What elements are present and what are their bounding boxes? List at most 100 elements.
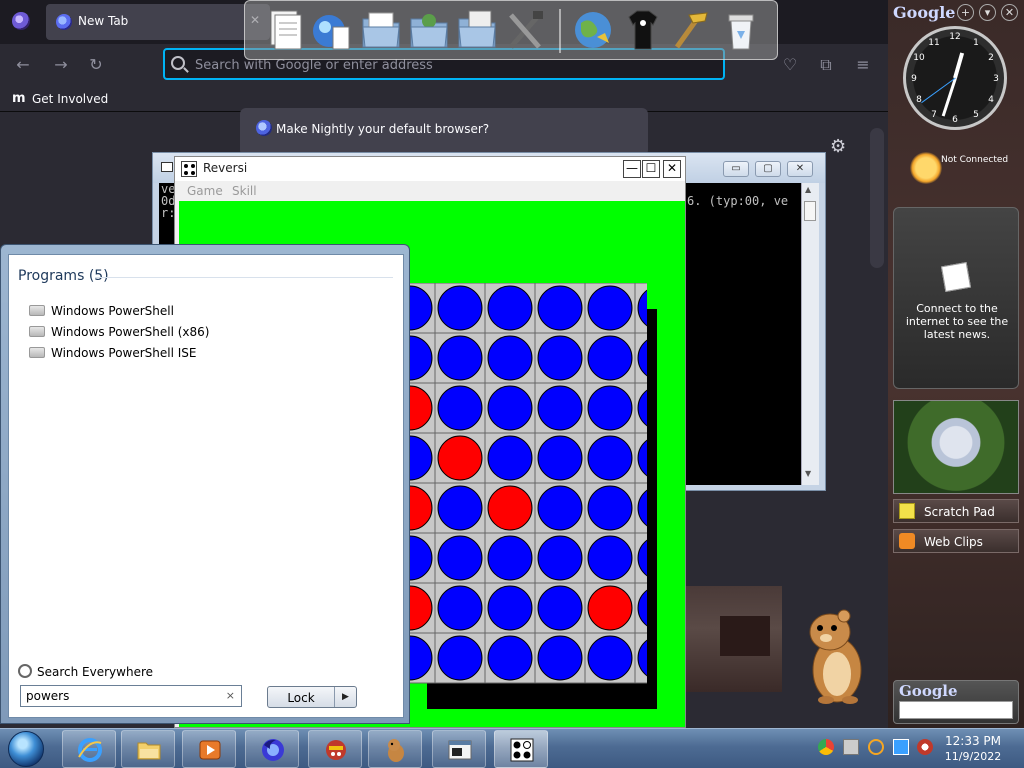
default-browser-banner[interactable]: Make Nightly your default browser? <box>240 108 648 156</box>
blue-cell[interactable] <box>587 385 633 431</box>
blue-cell[interactable] <box>587 335 633 381</box>
blue-cell[interactable] <box>537 585 583 631</box>
add-gadget-button[interactable]: + <box>957 4 974 21</box>
blue-cell[interactable] <box>437 535 483 581</box>
console-scrollbar[interactable]: ▲ ▼ <box>801 183 819 485</box>
menu-game[interactable]: Game <box>187 184 223 198</box>
blue-cell[interactable] <box>587 535 633 581</box>
tab-new-tab[interactable]: New Tab ✕ <box>46 4 270 40</box>
blue-cell[interactable] <box>587 635 633 681</box>
chrome-tray-icon[interactable] <box>818 739 834 755</box>
back-button[interactable]: ← <box>12 54 34 76</box>
start-search-input[interactable] <box>26 689 220 703</box>
blue-cell[interactable] <box>537 385 583 431</box>
firefox-view-icon[interactable] <box>12 12 30 30</box>
program-powershell[interactable]: Windows PowerShell <box>29 301 329 321</box>
tshirt-icon[interactable] <box>621 7 665 53</box>
folder-icon[interactable] <box>455 7 499 53</box>
forward-button[interactable]: → <box>50 54 72 76</box>
google-logo[interactable]: Google <box>893 3 955 22</box>
tools-icon[interactable] <box>503 7 547 53</box>
search-everywhere-link[interactable]: Search Everywhere <box>18 663 218 681</box>
gear-icon[interactable]: ⚙ <box>830 136 846 157</box>
sidebar-close-button[interactable]: ✕ <box>1001 4 1018 21</box>
power-options-arrow-icon[interactable]: ▶ <box>334 687 356 707</box>
content-scrollbar[interactable] <box>870 128 884 268</box>
clock-time[interactable]: 12:33 PM <box>932 734 1014 748</box>
programs-heading[interactable]: Programs (5) <box>18 268 109 284</box>
blue-cell[interactable] <box>587 485 633 531</box>
blue-cell[interactable] <box>487 585 533 631</box>
blue-cell[interactable] <box>537 635 583 681</box>
blue-cell[interactable] <box>537 285 583 331</box>
clock-date[interactable]: 11/9/2022 <box>932 750 1014 763</box>
red-piece[interactable] <box>487 485 533 531</box>
blue-cell[interactable] <box>437 585 483 631</box>
clear-search-icon[interactable]: × <box>226 689 235 702</box>
news-gadget[interactable]: Connect to the internet to see the lates… <box>893 207 1019 389</box>
internet-explorer-icon[interactable] <box>309 7 353 53</box>
taskbar-firefox[interactable] <box>245 730 299 768</box>
hammer-icon[interactable] <box>667 7 711 53</box>
display-tray-icon[interactable] <box>893 739 909 755</box>
blue-cell[interactable] <box>487 385 533 431</box>
scratch-pad-gadget[interactable]: Scratch Pad <box>893 499 1019 523</box>
pocket-button[interactable]: ♡ <box>779 54 801 76</box>
scroll-down-icon[interactable]: ▼ <box>805 469 811 478</box>
folder-icon[interactable] <box>359 7 403 53</box>
blue-cell[interactable] <box>437 335 483 381</box>
program-powershell-x86[interactable]: Windows PowerShell (x86) <box>29 322 329 342</box>
taskbar-media-player[interactable] <box>182 730 236 768</box>
console-maximize-button[interactable]: ▢ <box>755 161 781 177</box>
reversi-maximize-button[interactable]: ☐ <box>642 160 660 178</box>
analog-clock[interactable]: 12 1 2 3 4 5 6 7 8 9 10 11 <box>903 26 1007 130</box>
blue-cell[interactable] <box>587 435 633 481</box>
taskbar-console[interactable] <box>432 730 486 768</box>
reload-button[interactable]: ↻ <box>85 54 107 76</box>
blue-cell[interactable] <box>487 335 533 381</box>
record-tray-icon[interactable] <box>917 739 933 755</box>
blue-cell[interactable] <box>437 635 483 681</box>
start-search-box[interactable]: × <box>20 685 242 707</box>
blue-cell[interactable] <box>437 485 483 531</box>
taskbar-hamster[interactable] <box>368 730 422 768</box>
red-piece[interactable] <box>437 435 483 481</box>
blue-cell[interactable] <box>487 535 533 581</box>
google-search-input[interactable] <box>899 701 1013 719</box>
blue-cell[interactable] <box>537 485 583 531</box>
red-piece[interactable] <box>587 585 633 631</box>
app-menu-button[interactable]: ≡ <box>852 54 874 76</box>
blue-cell[interactable] <box>537 335 583 381</box>
blue-cell[interactable] <box>537 535 583 581</box>
web-clips-gadget[interactable]: Web Clips <box>893 529 1019 553</box>
blue-cell[interactable] <box>487 635 533 681</box>
hamster-icon[interactable] <box>806 606 868 706</box>
blue-cell[interactable] <box>487 285 533 331</box>
reversi-minimize-button[interactable]: — <box>623 160 641 178</box>
blue-cell[interactable] <box>437 385 483 431</box>
taskbar-game[interactable] <box>308 730 362 768</box>
documents-icon[interactable] <box>263 7 307 53</box>
program-powershell-ise[interactable]: Windows PowerShell ISE <box>29 343 329 363</box>
taskbar-internet-explorer[interactable] <box>62 730 116 768</box>
scroll-up-icon[interactable]: ▲ <box>805 185 811 194</box>
reversi-close-button[interactable]: ✕ <box>663 160 681 178</box>
weather-gadget[interactable]: Not Connected <box>904 146 1014 192</box>
scroll-thumb[interactable] <box>804 201 816 221</box>
sidebar-menu-button[interactable]: ▾ <box>979 4 996 21</box>
globe-icon[interactable] <box>571 7 615 53</box>
taskbar-reversi[interactable] <box>494 730 548 768</box>
blue-cell[interactable] <box>487 435 533 481</box>
console-minimize-button[interactable]: ▭ <box>723 161 749 177</box>
lock-button[interactable]: Lock ▶ <box>267 686 357 708</box>
recycle-bin-icon[interactable] <box>719 7 763 53</box>
extensions-button[interactable]: ⧉ <box>815 54 837 76</box>
folder-icon[interactable] <box>407 7 451 53</box>
photo-slideshow-gadget[interactable] <box>893 400 1019 494</box>
console-close-button[interactable]: ✕ <box>787 161 813 177</box>
blue-cell[interactable] <box>537 435 583 481</box>
app-tray-icon[interactable] <box>843 739 859 755</box>
start-button[interactable] <box>8 731 44 767</box>
blue-cell[interactable] <box>587 285 633 331</box>
blue-cell[interactable] <box>437 285 483 331</box>
